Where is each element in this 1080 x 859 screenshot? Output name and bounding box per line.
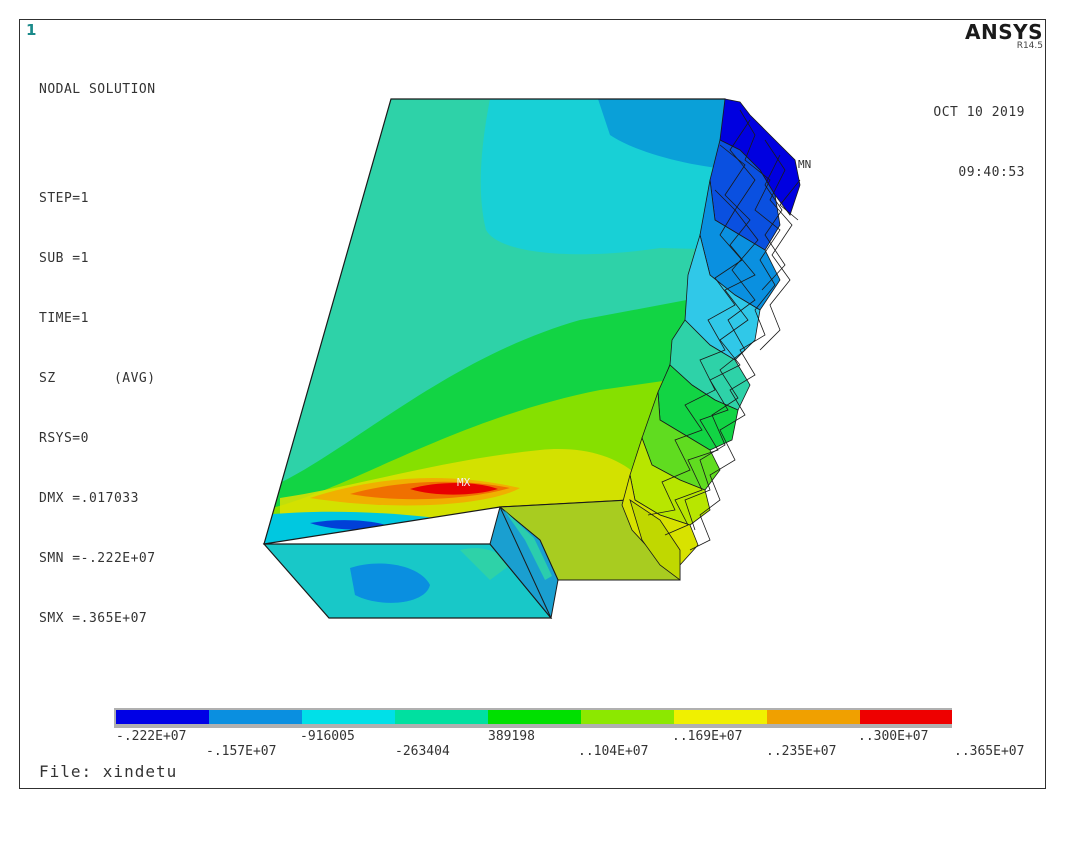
legend-label-4: -263404 xyxy=(395,744,450,759)
file-name-label: File: xindetu xyxy=(39,762,178,781)
legend-swatch-8 xyxy=(767,710,860,724)
legend-swatch-7 xyxy=(674,710,767,724)
legend-label-6: ..104E+07 xyxy=(578,744,648,759)
legend-label-8: ..235E+07 xyxy=(766,744,836,759)
legend-swatch-3 xyxy=(302,710,395,724)
legend-label-9: ..300E+07 xyxy=(858,729,928,744)
legend-label-2: -.157E+07 xyxy=(206,744,276,759)
min-marker: MN xyxy=(798,158,811,171)
legend-swatch-1 xyxy=(116,710,209,724)
max-marker: MX xyxy=(457,476,471,489)
legend-swatch-5 xyxy=(488,710,581,724)
legend-swatch-9 xyxy=(860,710,952,724)
legend-label-5: 389198 xyxy=(488,729,535,744)
legend-label-7: ..169E+07 xyxy=(672,729,742,744)
legend-swatch-4 xyxy=(395,710,488,724)
legend-color-bar xyxy=(114,708,952,728)
legend-label-1: -.222E+07 xyxy=(116,729,186,744)
legend-swatch-2 xyxy=(209,710,302,724)
legend-swatch-6 xyxy=(581,710,674,724)
legend-label-10: ..365E+07 xyxy=(954,744,1024,759)
graphics-window: 1 NODAL SOLUTION STEP=1 SUB =1 TIME=1 SZ… xyxy=(19,19,1046,789)
contour-model: MX MN -.222E+07 -.157E+07 -916005 -26340… xyxy=(114,98,1024,759)
legend-label-3: -916005 xyxy=(300,729,355,744)
